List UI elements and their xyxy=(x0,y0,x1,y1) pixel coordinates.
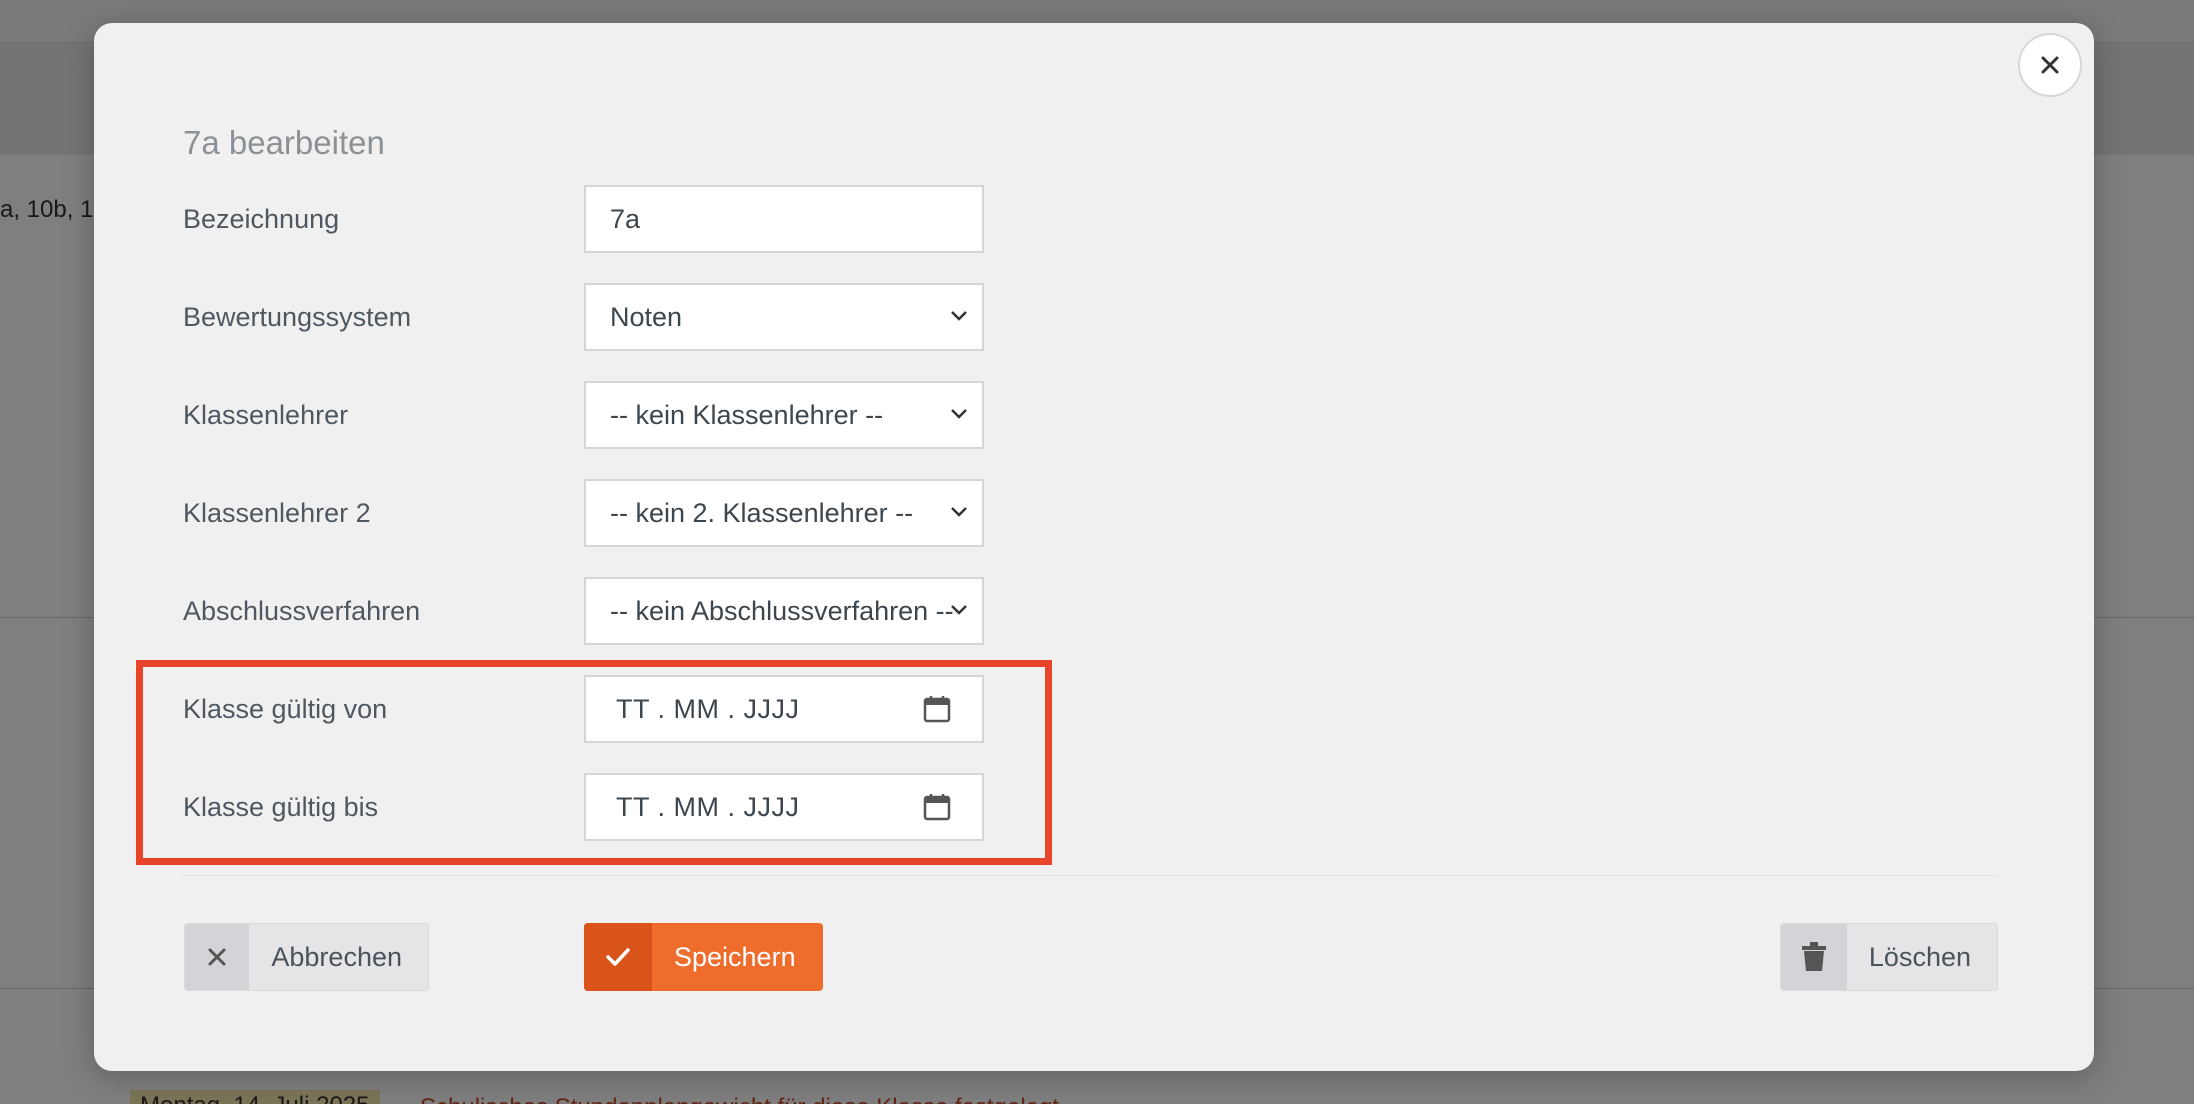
bewertungssystem-select[interactable]: Noten xyxy=(584,283,984,351)
delete-button[interactable]: Löschen xyxy=(1780,923,1998,991)
save-button[interactable]: Speichern xyxy=(584,923,823,991)
row-klassenlehrer-2: Klassenlehrer 2 -- kein 2. Klassenlehrer… xyxy=(183,479,1083,547)
footer-divider xyxy=(183,875,1996,876)
bezeichnung-label: Bezeichnung xyxy=(183,204,340,234)
edit-class-dialog: 7a bearbeiten Bezeichnung 7a Bewertungss… xyxy=(94,23,2094,1071)
gueltig-von-label: Klasse gültig von xyxy=(183,694,388,724)
klassenlehrer-select[interactable]: -- kein Klassenlehrer -- xyxy=(584,381,984,449)
row-gueltig-bis: Klasse gültig bis TT . MM . JJJJ xyxy=(183,773,1083,841)
chevron-down-icon xyxy=(951,311,967,321)
bewertungssystem-value: Noten xyxy=(610,302,683,332)
row-gueltig-von: Klasse gültig von TT . MM . JJJJ xyxy=(183,675,1083,743)
gueltig-bis-label: Klasse gültig bis xyxy=(183,792,379,822)
cancel-button[interactable]: Abbrechen xyxy=(184,923,429,991)
close-icon xyxy=(2041,56,2059,74)
klassenlehrer2-label: Klassenlehrer 2 xyxy=(183,498,371,528)
row-klassenlehrer: Klassenlehrer -- kein Klassenlehrer -- xyxy=(183,381,1083,449)
abschlussverfahren-label: Abschlussverfahren xyxy=(183,596,421,626)
klassenlehrer-value: -- kein Klassenlehrer -- xyxy=(610,400,884,430)
trash-icon xyxy=(1781,924,1847,990)
klassenlehrer-label: Klassenlehrer xyxy=(183,400,349,430)
close-icon xyxy=(185,924,250,990)
calendar-icon[interactable] xyxy=(922,792,952,822)
abschlussverfahren-select[interactable]: -- kein Abschlussverfahren -- xyxy=(584,577,984,645)
gueltig-von-placeholder: TT . MM . JJJJ xyxy=(616,694,800,724)
row-abschlussverfahren: Abschlussverfahren -- kein Abschlussverf… xyxy=(183,577,1083,645)
klassenlehrer2-value: -- kein 2. Klassenlehrer -- xyxy=(610,498,914,528)
save-button-label: Speichern xyxy=(674,941,796,972)
bewertungssystem-label: Bewertungssystem xyxy=(183,302,412,332)
row-bewertungssystem: Bewertungssystem Noten xyxy=(183,283,1083,351)
abschlussverfahren-value: -- kein Abschlussverfahren -- xyxy=(610,596,954,626)
bezeichnung-input[interactable]: 7a xyxy=(584,185,984,253)
dialog-title: 7a bearbeiten xyxy=(183,124,385,161)
calendar-icon[interactable] xyxy=(922,694,952,724)
chevron-down-icon xyxy=(951,507,967,517)
chevron-down-icon xyxy=(951,605,967,615)
delete-button-label: Löschen xyxy=(1868,941,1971,972)
gueltig-von-date-input[interactable]: TT . MM . JJJJ xyxy=(584,675,984,743)
close-button[interactable] xyxy=(2018,33,2082,97)
check-icon xyxy=(584,923,652,991)
klassenlehrer2-select[interactable]: -- kein 2. Klassenlehrer -- xyxy=(584,479,984,547)
cancel-button-label: Abbrechen xyxy=(271,941,402,972)
gueltig-bis-date-input[interactable]: TT . MM . JJJJ xyxy=(584,773,984,841)
gueltig-bis-placeholder: TT . MM . JJJJ xyxy=(616,792,800,822)
row-bezeichnung: Bezeichnung 7a xyxy=(183,185,1083,253)
chevron-down-icon xyxy=(951,409,967,419)
